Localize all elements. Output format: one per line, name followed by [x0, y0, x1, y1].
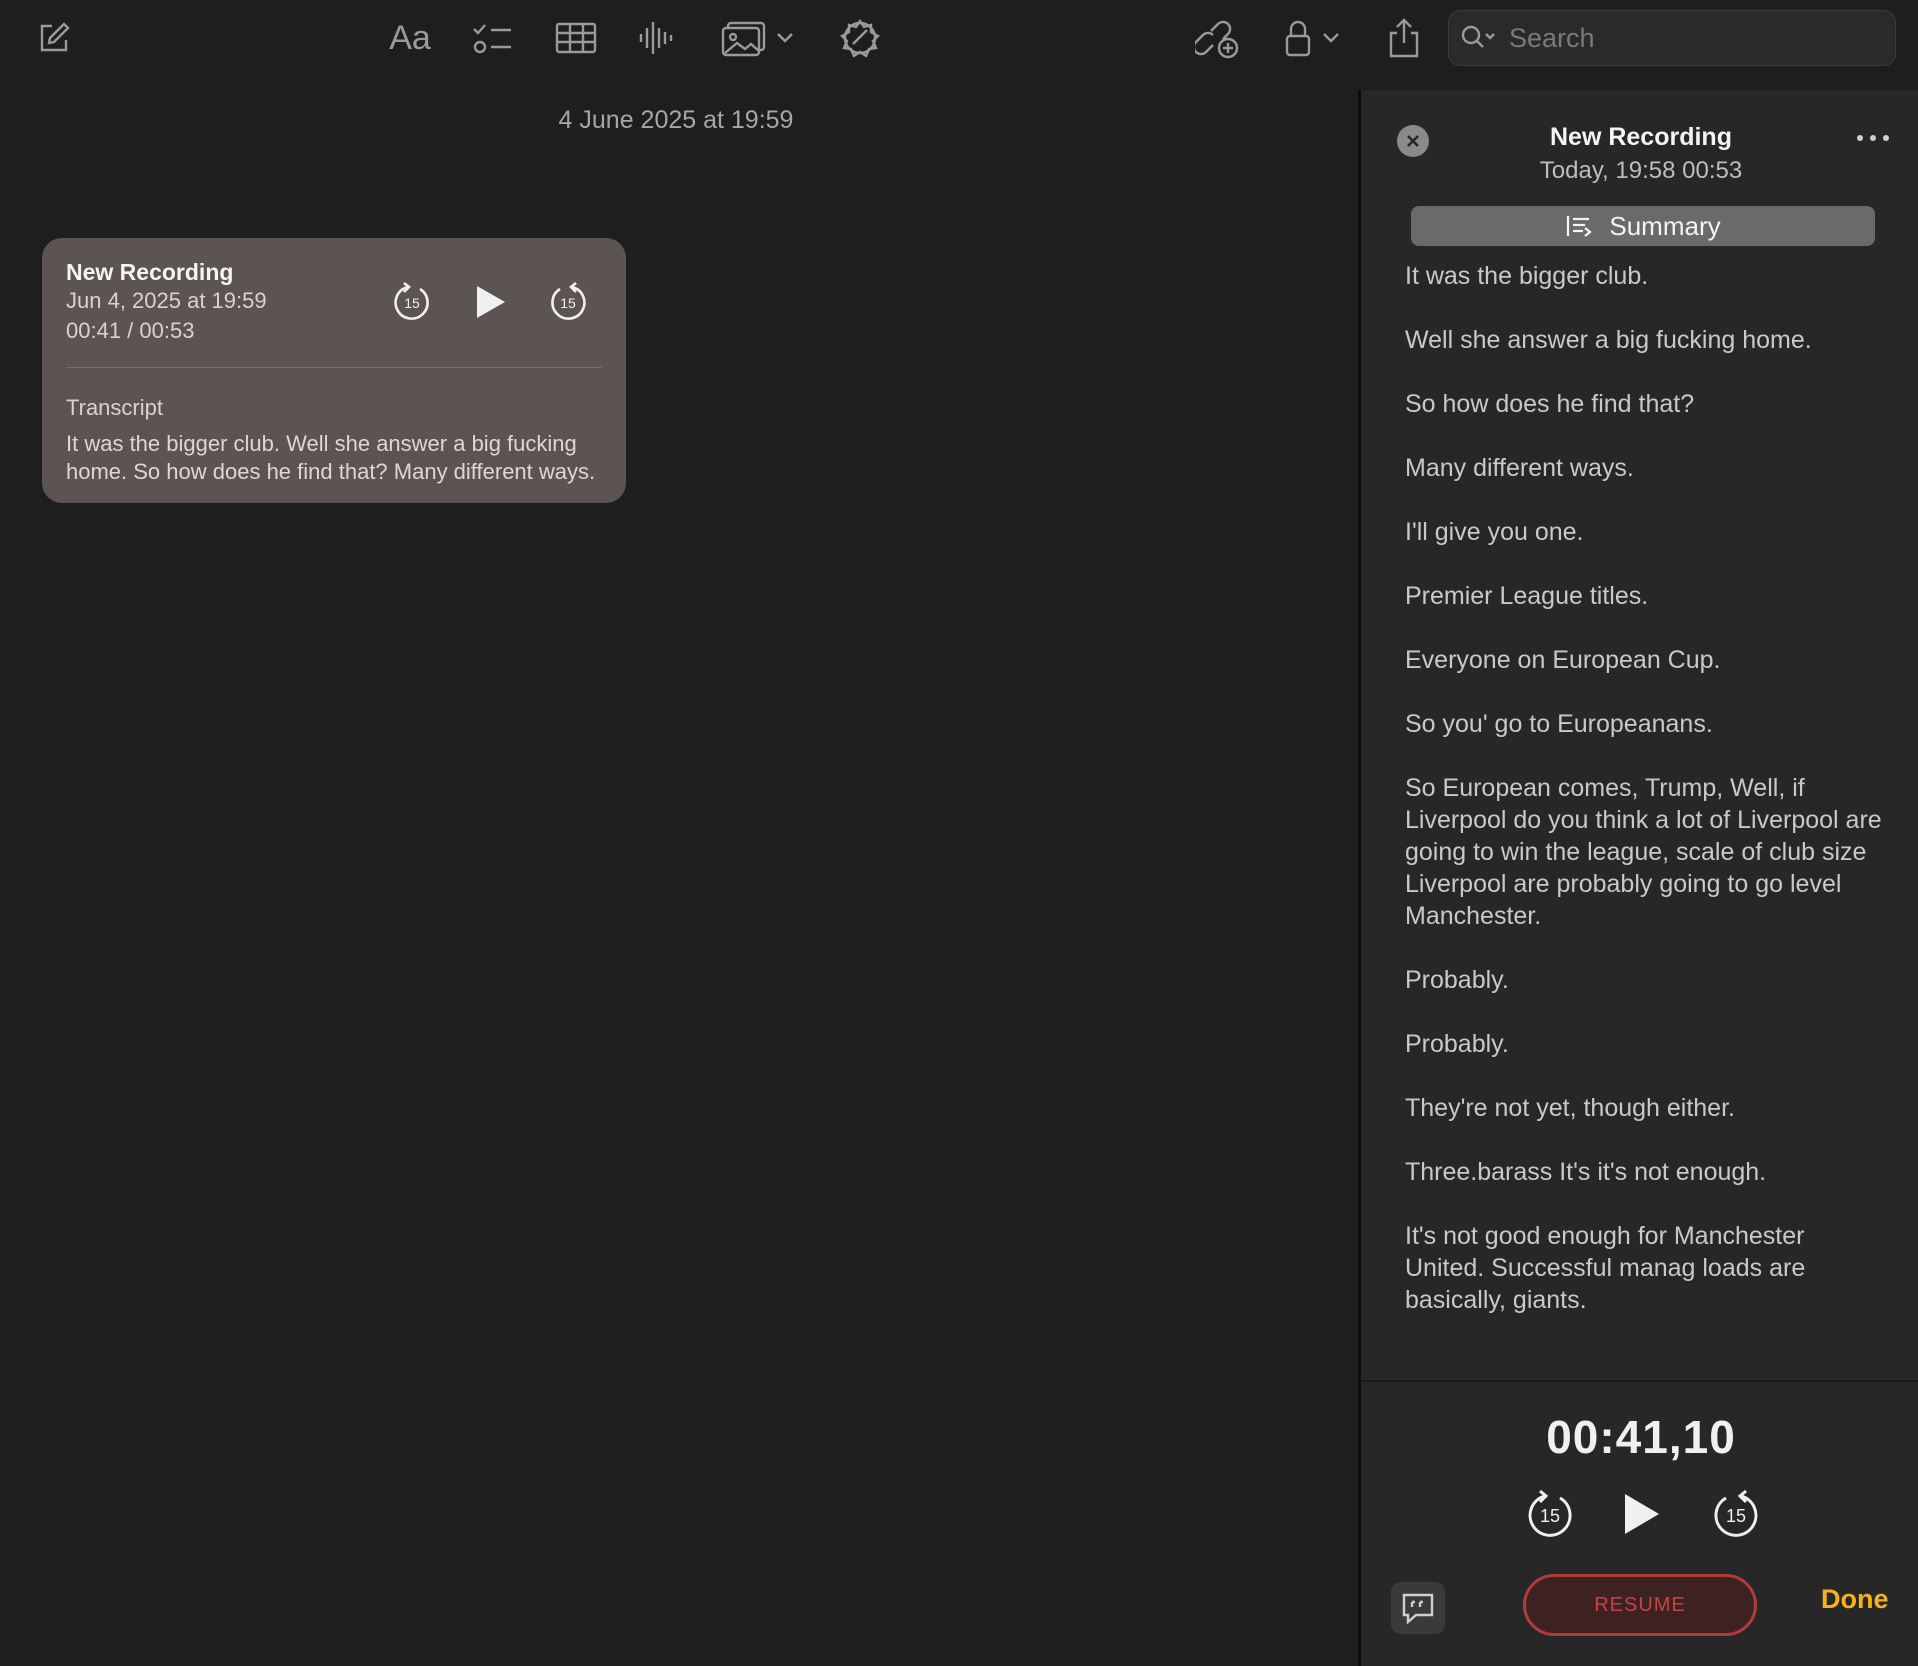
- transcript-line: It's not good enough for Manchester Unit…: [1405, 1222, 1806, 1314]
- transcript-label: Transcript: [66, 395, 163, 420]
- transcript-line: I'll give you one.: [1405, 518, 1584, 546]
- format-text-icon: Aa: [389, 18, 431, 57]
- skip-back-button[interactable]: 15: [1525, 1488, 1575, 1540]
- skip-forward-button[interactable]: 15: [548, 282, 588, 322]
- note-date: 4 June 2025 at 19:59: [558, 106, 794, 134]
- transcript-line: So you' go to Europeanans.: [1405, 710, 1713, 738]
- more-icon: [1857, 135, 1889, 141]
- math-button[interactable]: [836, 14, 884, 62]
- card-divider: [66, 367, 602, 368]
- toolbar: Aa: [0, 0, 1918, 80]
- search-input[interactable]: [1507, 21, 1871, 55]
- search-icon: [1461, 25, 1495, 48]
- recording-card[interactable]: New Recording Jun 4, 2025 at 19:59 00:41…: [42, 238, 626, 503]
- transcript-line: Probably.: [1405, 966, 1509, 994]
- play-button[interactable]: [1619, 1490, 1663, 1538]
- skip-forward-15-icon: 15: [551, 282, 586, 320]
- skip-back-label: 15: [1540, 1506, 1560, 1526]
- math-icon: [840, 18, 880, 58]
- play-icon: [477, 286, 505, 318]
- transcript-line: Everyone on European Cup.: [1405, 646, 1721, 674]
- transcript-preview: It was the bigger club. Well she answer …: [66, 431, 596, 484]
- compose-button[interactable]: [34, 14, 74, 62]
- media-icon: [721, 21, 766, 57]
- table-icon: [555, 22, 597, 54]
- transcript-line: Many different ways.: [1405, 454, 1634, 482]
- summary-button[interactable]: Summary: [1411, 206, 1875, 246]
- media-button[interactable]: [720, 14, 796, 62]
- transcript-line: So European comes, Trump, Well, if Liver…: [1405, 774, 1882, 930]
- panel-divider: [1361, 1380, 1918, 1382]
- recording-title: New Recording: [66, 259, 234, 285]
- skip-back-label: 15: [404, 295, 420, 311]
- skip-forward-label: 15: [1726, 1506, 1746, 1526]
- share-button[interactable]: [1384, 14, 1424, 62]
- transcript-line: It was the bigger club.: [1405, 262, 1649, 290]
- transcript-list: It was the bigger club. Well she answer …: [1405, 260, 1885, 1460]
- chevron-down-icon: [777, 33, 793, 43]
- done-button[interactable]: Done: [1821, 1584, 1889, 1615]
- summary-label: Summary: [1609, 210, 1721, 241]
- skip-back-button[interactable]: 15: [392, 282, 432, 322]
- skip-forward-15-icon: 15: [1714, 1489, 1758, 1537]
- chevron-down-icon: [1323, 33, 1339, 43]
- checklist-button[interactable]: [470, 14, 514, 62]
- play-icon: [1625, 1494, 1659, 1534]
- collaborate-icon: [1195, 20, 1239, 59]
- skip-back-15-icon: 15: [1528, 1489, 1572, 1537]
- skip-back-15-icon: 15: [394, 282, 429, 320]
- search-field[interactable]: [1448, 10, 1896, 66]
- recording-time: 00:41 / 00:53: [66, 318, 195, 343]
- transcript-line: So how does he find that?: [1405, 390, 1695, 418]
- playback-timer: 00:41,10: [1546, 1411, 1736, 1463]
- skip-forward-button[interactable]: 15: [1711, 1488, 1761, 1540]
- more-button[interactable]: [1855, 130, 1891, 146]
- panel-title: New Recording: [1550, 123, 1732, 151]
- resume-button[interactable]: RESUME: [1523, 1574, 1757, 1636]
- audio-waveform-icon: [639, 22, 673, 54]
- transcript-toggle-button[interactable]: [1391, 1582, 1445, 1634]
- table-button[interactable]: [554, 14, 598, 62]
- recording-panel: New Recording Today, 19:58 00:53 Summary…: [1358, 90, 1918, 1666]
- checklist-icon: [473, 24, 511, 54]
- lock-button[interactable]: [1280, 14, 1344, 62]
- panel-subtitle: Today, 19:58 00:53: [1539, 157, 1743, 184]
- transcript-line: Three.barass It's it's not enough.: [1405, 1158, 1767, 1186]
- transcript-bubble-icon: [1402, 1593, 1434, 1625]
- transcript-line: They're not yet, though either.: [1405, 1094, 1735, 1122]
- transcript-line: Premier League titles.: [1405, 582, 1649, 610]
- play-button[interactable]: [470, 282, 510, 322]
- skip-forward-label: 15: [560, 295, 576, 311]
- summary-icon: [1567, 216, 1593, 237]
- audio-button[interactable]: [636, 14, 676, 62]
- compose-icon: [40, 22, 70, 52]
- transcript-line: Probably.: [1405, 1030, 1509, 1058]
- format-button[interactable]: Aa: [384, 14, 436, 62]
- share-icon: [1389, 18, 1419, 58]
- transcript-line: Well she answer a big fucking home.: [1405, 326, 1812, 354]
- recording-date: Jun 4, 2025 at 19:59: [66, 288, 267, 313]
- collaborate-button[interactable]: [1194, 14, 1240, 62]
- lock-icon: [1285, 20, 1311, 57]
